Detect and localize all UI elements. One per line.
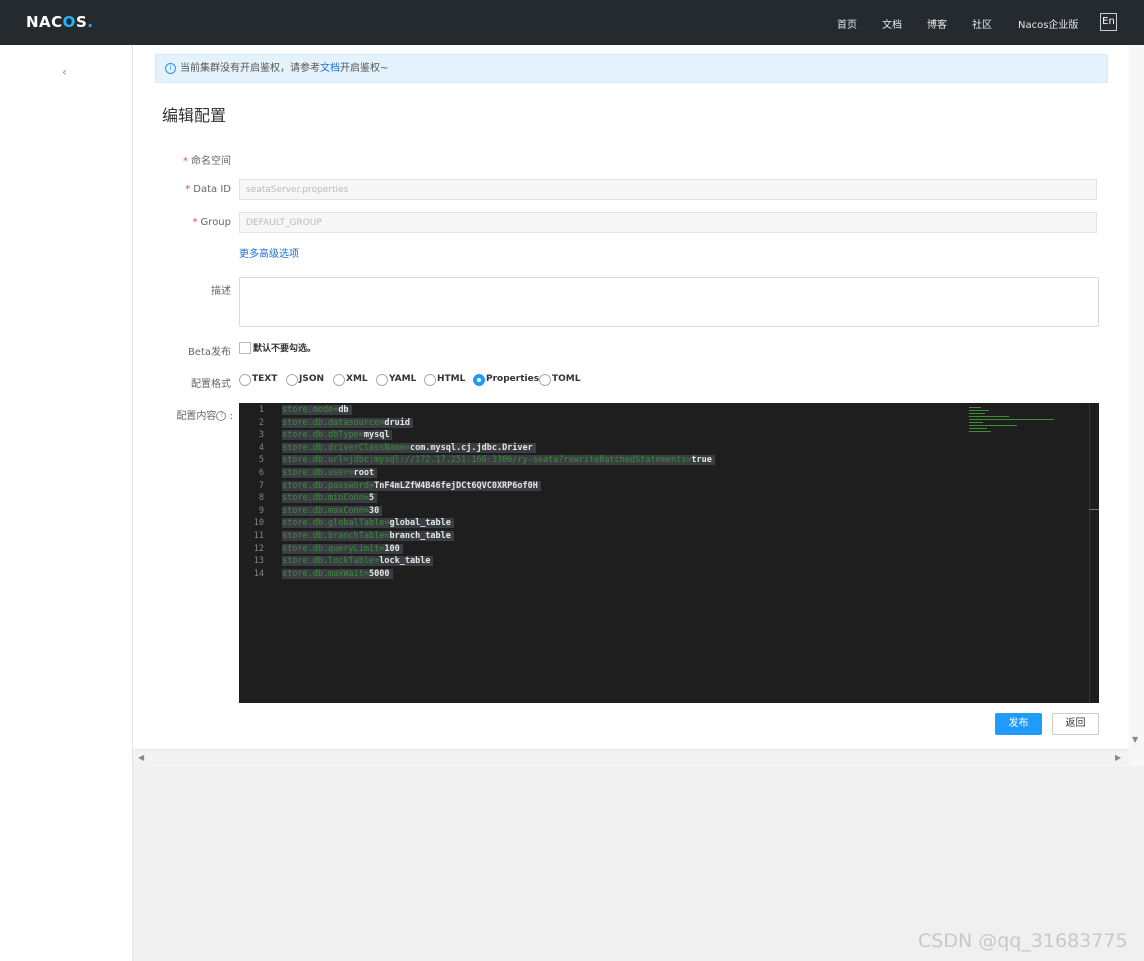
docs-link[interactable]: 文档 bbox=[320, 63, 340, 74]
nav-community[interactable]: 社区 bbox=[972, 16, 992, 31]
code-text[interactable]: store.db.maxConn=30 bbox=[282, 505, 383, 516]
code-text[interactable]: store.mode=db bbox=[282, 405, 352, 415]
code-text[interactable]: store.db.password=TnF4mLZfW4B46fejDCt6QV… bbox=[282, 480, 541, 491]
description-label: 描述 bbox=[211, 286, 231, 297]
nav-enterprise[interactable]: Nacos企业版 bbox=[1018, 16, 1078, 31]
code-text[interactable]: store.db.minConn=5 bbox=[282, 493, 378, 504]
line-number: 7 bbox=[258, 480, 264, 491]
beta-checkbox-label[interactable]: 默认不要勾选。 bbox=[253, 341, 316, 354]
group-label: * Group bbox=[192, 217, 231, 228]
code-line[interactable]: 12 store.db.queryLimit=100 bbox=[239, 543, 1099, 556]
namespace-label: * 命名空间 bbox=[183, 156, 231, 167]
code-editor[interactable]: 1 store.mode=db 2 store.db.datasource=druid… bbox=[239, 403, 1099, 703]
nacos-logo[interactable]: NACOS. bbox=[26, 13, 93, 31]
code-line[interactable]: 7 store.db.password=TnF4mLZfW4B46fejDCt6Q… bbox=[239, 480, 1099, 493]
language-switch-button[interactable]: En bbox=[1100, 13, 1117, 31]
dataid-label: * Data ID bbox=[185, 184, 231, 195]
nav-docs[interactable]: 文档 bbox=[882, 16, 902, 31]
code-text[interactable]: store.db.queryLimit=100 bbox=[282, 543, 403, 554]
line-number: 11 bbox=[253, 531, 264, 541]
line-number: 8 bbox=[258, 493, 264, 504]
code-line[interactable]: 11 store.db.branchTable=branch_table bbox=[239, 531, 1099, 543]
code-line[interactable]: 5 store.db.url=jdbc:mysql://172.17.251.16… bbox=[239, 455, 1099, 467]
code-text[interactable]: store.db.dbType=mysql bbox=[282, 430, 393, 441]
line-number: 6 bbox=[258, 468, 264, 478]
line-number: 5 bbox=[258, 455, 264, 466]
code-line[interactable]: 10 store.db.globalTable=global_table bbox=[239, 518, 1099, 530]
vertical-scrollbar[interactable]: ▼ bbox=[1129, 45, 1144, 766]
code-text[interactable]: store.db.lockTable=lock_table bbox=[282, 556, 434, 567]
line-number: 9 bbox=[258, 505, 264, 516]
code-text[interactable]: store.db.driverClassName=com.mysql.cj.jd… bbox=[282, 442, 536, 453]
scroll-left-arrow-icon[interactable]: ◀ bbox=[138, 753, 144, 762]
nav-blog[interactable]: 博客 bbox=[927, 16, 947, 31]
beta-label: Beta发布 bbox=[187, 347, 231, 358]
publish-button[interactable]: 发布 bbox=[995, 713, 1042, 735]
line-number: 4 bbox=[258, 442, 264, 453]
code-line[interactable]: 2 store.db.datasource=druid bbox=[239, 417, 1099, 430]
line-number: 12 bbox=[253, 543, 264, 554]
code-line[interactable]: 6 store.db.user=root bbox=[239, 468, 1099, 480]
nav-home[interactable]: 首页 bbox=[837, 16, 857, 31]
code-text[interactable]: store.db.globalTable=global_table bbox=[282, 518, 454, 529]
line-number: 13 bbox=[253, 556, 264, 567]
group-input[interactable]: DEFAULT_GROUP bbox=[239, 212, 1097, 233]
code-text[interactable]: store.db.branchTable=branch_table bbox=[282, 531, 454, 541]
description-textarea[interactable] bbox=[239, 277, 1099, 327]
line-number: 2 bbox=[258, 417, 264, 428]
dataid-input[interactable]: seataServer.properties bbox=[239, 179, 1097, 200]
question-circle-icon[interactable]: ? bbox=[216, 411, 227, 421]
line-number: 1 bbox=[258, 405, 264, 415]
line-number: 14 bbox=[253, 568, 264, 579]
code-line[interactable]: 1 store.mode=db bbox=[239, 405, 1099, 417]
sidebar: ‹ bbox=[0, 45, 133, 961]
line-number: 10 bbox=[253, 518, 264, 529]
advanced-options-link[interactable]: 更多高级选项 bbox=[239, 245, 299, 260]
horizontal-scrollbar[interactable]: ◀ ▶ bbox=[133, 749, 1129, 767]
code-line[interactable]: 13 store.db.lockTable=lock_table bbox=[239, 556, 1099, 568]
code-line[interactable]: 14 store.db.maxWait=5000 bbox=[239, 568, 1099, 581]
content-label: 配置内容? : bbox=[176, 411, 233, 422]
code-line[interactable]: 8 store.db.minConn=5 bbox=[239, 493, 1099, 505]
watermark: CSDN @qq_31683775 bbox=[918, 930, 1128, 952]
scroll-down-arrow-icon[interactable]: ▼ bbox=[1132, 735, 1138, 744]
info-icon: i bbox=[165, 63, 176, 74]
top-nav-bar: NACOS. 首页 文档 博客 社区 Nacos企业版 En bbox=[0, 0, 1144, 45]
code-text[interactable]: store.db.url=jdbc:mysql://172.17.251.166… bbox=[282, 455, 715, 466]
code-line[interactable]: 9 store.db.maxConn=30 bbox=[239, 505, 1099, 518]
code-text[interactable]: store.db.user=root bbox=[282, 468, 378, 478]
main-content: i 当前集群没有开启鉴权，请参考文档开启鉴权~ 编辑配置 * 命名空间 * Data… bbox=[133, 45, 1129, 749]
line-number: 3 bbox=[258, 430, 264, 441]
chevron-left-icon[interactable]: ‹ bbox=[62, 65, 67, 79]
page-title: 编辑配置 bbox=[162, 106, 227, 125]
back-button[interactable]: 返回 bbox=[1052, 713, 1099, 735]
notice-text-end: 开启鉴权~ bbox=[340, 63, 389, 74]
code-line[interactable]: 3 store.db.dbType=mysql bbox=[239, 430, 1099, 442]
notice-text: 当前集群没有开启鉴权，请参考 bbox=[180, 63, 320, 74]
code-text[interactable]: store.db.datasource=druid bbox=[282, 417, 413, 428]
format-label: 配置格式 bbox=[191, 379, 231, 390]
auth-notice-banner: i 当前集群没有开启鉴权，请参考文档开启鉴权~ bbox=[155, 54, 1108, 83]
code-text[interactable]: store.db.maxWait=5000 bbox=[282, 568, 393, 579]
code-line[interactable]: 4 store.db.driverClassName=com.mysql.cj.j… bbox=[239, 442, 1099, 455]
beta-checkbox[interactable] bbox=[239, 342, 251, 354]
scroll-right-arrow-icon[interactable]: ▶ bbox=[1115, 753, 1121, 762]
